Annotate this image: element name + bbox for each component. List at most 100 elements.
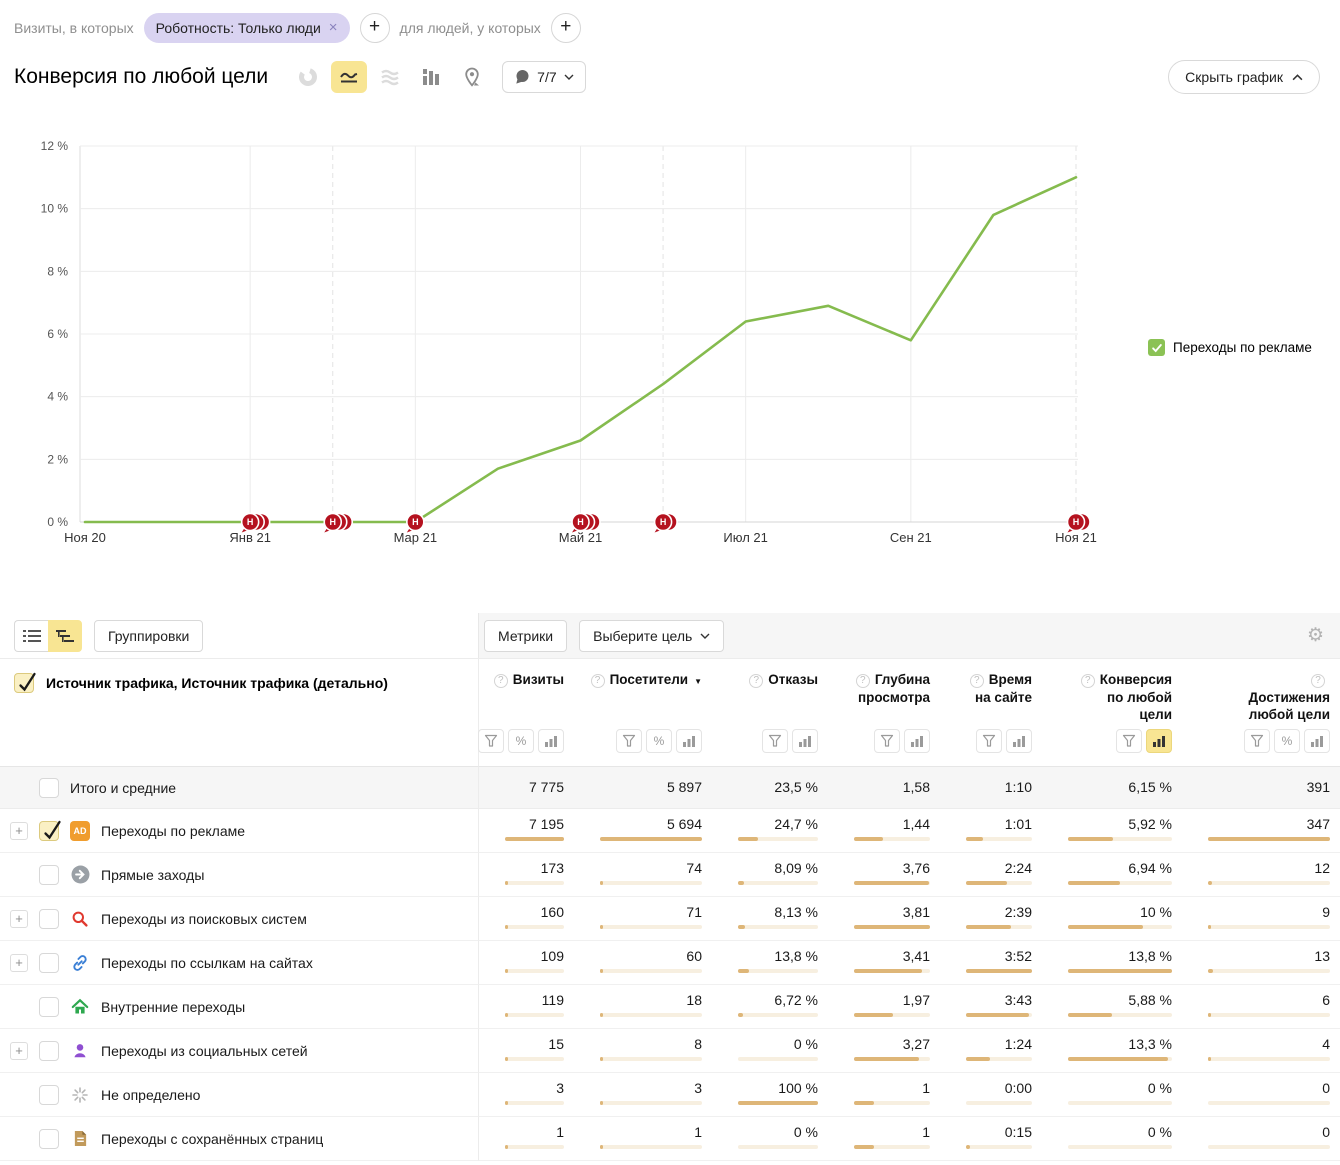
bars-icon (1013, 736, 1025, 747)
percent-tool-button[interactable]: % (646, 729, 672, 753)
table-row[interactable]: + Переходы из социальных сетей (0, 1029, 478, 1073)
comments-count: 7/7 (537, 69, 557, 85)
chart-legend-item[interactable]: Переходы по рекламе (1148, 339, 1312, 356)
metric-cell: 1 (828, 1117, 940, 1161)
bars-tool-button[interactable] (1006, 729, 1032, 753)
robot-filter-chip[interactable]: Роботность: Только люди × (143, 12, 350, 43)
row-checkbox[interactable] (39, 864, 59, 885)
row-label[interactable]: Переходы с сохранённых страниц (101, 1131, 323, 1147)
row-label[interactable]: Переходы из поисковых систем (101, 911, 307, 927)
column-header[interactable]: ? Конверсия по любой цели (1042, 659, 1182, 767)
table-row[interactable]: + AD Переходы по рекламе (0, 809, 478, 853)
row-checkbox[interactable] (39, 952, 59, 973)
groupings-button[interactable]: Группировки (94, 619, 204, 652)
expand-button[interactable]: + (10, 953, 28, 972)
metric-cell: 1 (478, 1117, 574, 1161)
metric-cell: 6,15 % (1042, 767, 1182, 809)
hide-chart-button[interactable]: Скрыть график (1168, 60, 1320, 94)
help-icon: ? (493, 673, 508, 688)
row-label[interactable]: Прямые заходы (101, 867, 204, 883)
filter-tool-button[interactable] (478, 729, 504, 753)
remove-filter-icon[interactable]: × (329, 19, 338, 36)
search-icon (70, 909, 90, 929)
conversion-chart: 0 % 2 % 4 % 6 % 8 % 10 % 12 % Ноя 20 Янв 21 Мар 2… (0, 98, 1340, 613)
column-header[interactable]: ? Время на сайте (940, 659, 1042, 767)
gear-icon[interactable]: ⚙ (1307, 624, 1324, 647)
expand-button[interactable]: + (10, 821, 28, 840)
row-checkbox[interactable] (39, 1128, 59, 1149)
metric-cell: 8,09 % (712, 853, 828, 897)
expand-button[interactable]: + (10, 1041, 28, 1060)
svg-text:Н: Н (660, 517, 667, 527)
row-label[interactable]: Не определено (101, 1087, 200, 1103)
totals-label: Итого и средние (70, 779, 177, 796)
bars-tool-button[interactable] (1304, 729, 1330, 753)
table-row[interactable]: Внутренние переходы (0, 985, 478, 1029)
bars-tool-button[interactable] (792, 729, 818, 753)
filter-tool-button[interactable] (1116, 729, 1142, 753)
column-header[interactable]: ? Визиты % (478, 659, 574, 767)
row-checkbox[interactable] (39, 908, 59, 929)
pie-chart-icon[interactable] (290, 61, 326, 93)
list-view-button[interactable] (14, 619, 48, 652)
column-header[interactable]: ? Посетители ▼ % (574, 659, 712, 767)
row-checkbox[interactable] (39, 1040, 59, 1061)
stacked-area-icon[interactable] (372, 61, 408, 93)
bars-tool-button[interactable] (538, 729, 564, 753)
tree-view-button[interactable] (48, 619, 82, 652)
table-row[interactable]: Прямые заходы (0, 853, 478, 897)
bars-tool-button[interactable] (904, 729, 930, 753)
comments-button[interactable]: 7/7 (502, 61, 586, 93)
metric-cell: 3:52 (940, 941, 1042, 985)
row-label[interactable]: Внутренние переходы (101, 999, 245, 1015)
table-row[interactable]: + Переходы по ссылкам на сайтах (0, 941, 478, 985)
bar-chart-icon[interactable] (413, 61, 449, 93)
metric-cell: 13 (1182, 941, 1340, 985)
metrics-button[interactable]: Метрики (484, 619, 568, 652)
table-row[interactable]: Не определено (0, 1073, 478, 1117)
metric-cell: 15 (478, 1029, 574, 1073)
metric-cell: 6,72 % (712, 985, 828, 1029)
column-header[interactable]: ?Достижения любой цели % (1182, 659, 1340, 767)
metric-cell: 3:43 (940, 985, 1042, 1029)
map-pin-icon[interactable] (454, 61, 490, 93)
select-all-checkbox[interactable] (14, 672, 36, 693)
filter-tool-button[interactable] (1244, 729, 1270, 753)
metric-cell: 1:24 (940, 1029, 1042, 1073)
column-header[interactable]: ? Глубина просмотра (828, 659, 940, 767)
row-label[interactable]: Переходы из социальных сетей (101, 1043, 308, 1059)
column-header-label: Время на сайте (974, 672, 1032, 705)
row-checkbox[interactable] (39, 777, 59, 798)
table-row[interactable]: Переходы с сохранённых страниц (0, 1117, 478, 1161)
filter-tool-button[interactable] (616, 729, 642, 753)
segment-filter-bar: Визиты, в которых Роботность: Только люд… (0, 0, 1340, 44)
table-row[interactable]: + Переходы из поисковых систем (0, 897, 478, 941)
row-checkbox[interactable] (39, 820, 61, 841)
percent-icon: % (653, 734, 665, 748)
column-header[interactable]: ? Отказы (712, 659, 828, 767)
line-chart-icon[interactable] (331, 61, 368, 93)
row-label[interactable]: Переходы по рекламе (101, 823, 245, 839)
row-checkbox[interactable] (39, 1084, 59, 1105)
chevron-down-icon (564, 74, 574, 80)
filter-tool-button[interactable] (976, 729, 1002, 753)
add-visit-filter-button[interactable]: + (359, 12, 390, 43)
row-checkbox[interactable] (39, 996, 59, 1017)
percent-tool-button[interactable]: % (508, 729, 534, 753)
dimension-header-label[interactable]: Источник трафика, Источник трафика (дета… (46, 673, 388, 691)
filter-tool-button[interactable] (762, 729, 788, 753)
filter-icon (982, 734, 996, 747)
row-label[interactable]: Переходы по ссылкам на сайтах (101, 955, 313, 971)
add-people-filter-button[interactable]: + (550, 12, 581, 43)
column-header-label: Конверсия по любой цели (1099, 672, 1172, 723)
line-chart[interactable]: 0 % 2 % 4 % 6 % 8 % 10 % 12 % Ноя 20 Янв 21 Мар 2… (0, 98, 1340, 613)
filter-tool-button[interactable] (874, 729, 900, 753)
percent-tool-button[interactable]: % (1274, 729, 1300, 753)
expand-button[interactable]: + (10, 909, 28, 928)
metric-cell: 13,8 % (1042, 941, 1182, 985)
legend-checkbox[interactable] (1148, 339, 1165, 356)
bars-tool-button[interactable] (676, 729, 702, 753)
bars-tool-button[interactable] (1146, 729, 1172, 753)
metric-cell: 3,27 (828, 1029, 940, 1073)
goal-select-button[interactable]: Выберите цель (579, 619, 725, 652)
